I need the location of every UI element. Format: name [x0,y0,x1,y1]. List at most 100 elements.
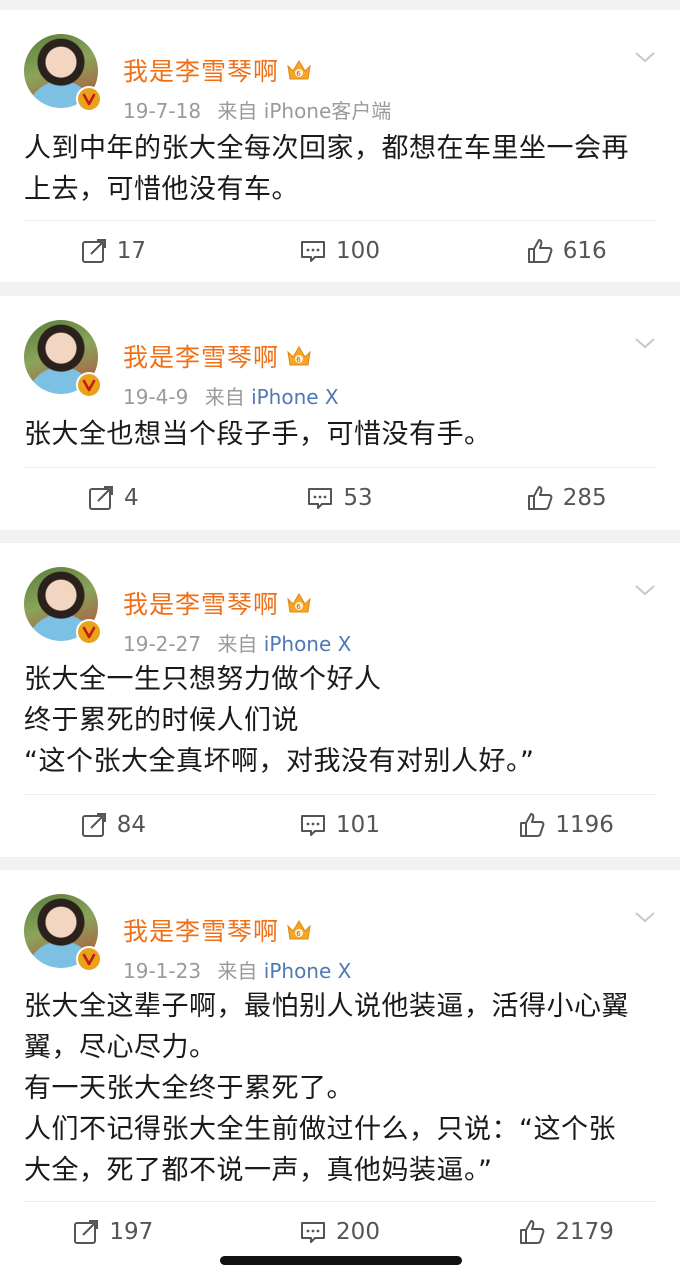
comment-count: 100 [336,238,380,264]
like-count: 285 [562,485,607,511]
post-source[interactable]: iPhone X [264,632,352,656]
weibo-feed: 我是李雪琴啊 6 19-7-18 来自 iPhone客户端 人到中年的张大全每次… [0,0,680,1280]
content-line: 人到中年的张大全每次回家，都想在车里坐一会再 [24,133,629,164]
like-count: 616 [562,238,607,264]
content-line: 翼，尽心尽力。 [24,1032,217,1063]
verified-badge-icon [76,946,102,972]
post-card: 我是李雪琴啊 6 19-1-23 来自 iPhone X 张大全这辈子啊，最怕别… [0,870,680,1280]
thumbs-up-icon [527,239,553,263]
comment-icon [301,815,326,836]
repost-icon [74,1220,99,1244]
repost-icon [89,486,114,510]
svg-text:6: 6 [296,70,301,78]
post-date: 19-4-9 [123,385,189,409]
author-name-text: 我是李雪琴啊 [123,343,280,372]
source-prefix: 来自 [204,385,245,409]
avatar[interactable] [24,320,102,398]
content-line: 张大全一生只想努力做个好人 [24,664,382,695]
author-name[interactable]: 我是李雪琴啊 6 [123,52,313,88]
vip-crown-icon: 6 [287,593,311,613]
chevron-down-icon[interactable] [634,583,656,597]
post-content: 张大全也想当个段子手，可惜没有手。 [24,414,656,455]
vip-crown-icon: 6 [287,920,311,940]
verified-badge-icon [76,619,102,645]
comment-count: 200 [336,1219,380,1245]
comment-button[interactable]: 100 [227,221,454,281]
source-prefix: 来自 [217,632,258,656]
svg-text:6: 6 [296,356,301,364]
content-line: 张大全也想当个段子手，可惜没有手。 [24,419,492,450]
repost-button[interactable]: 197 [0,1202,227,1262]
author-name[interactable]: 我是李雪琴啊 6 [123,912,313,948]
vip-crown-icon: 6 [287,346,311,366]
author-name[interactable]: 我是李雪琴啊 6 [123,338,313,374]
post-date: 19-1-23 [123,959,202,983]
content-line: 张大全这辈子啊，最怕别人说他装逼，活得小心翼 [24,991,629,1022]
verified-badge-icon [76,86,102,112]
post-content: 张大全一生只想努力做个好人 终于累死的时候人们说 “这个张大全真坏啊，对我没有对… [24,659,656,782]
like-button[interactable]: 1196 [453,795,680,855]
chevron-down-icon[interactable] [634,336,656,350]
avatar[interactable] [24,894,102,972]
post-card: 我是李雪琴啊 6 19-2-27 来自 iPhone X 张大全一生只想努力做个… [0,543,680,857]
post-card: 我是李雪琴啊 6 19-7-18 来自 iPhone客户端 人到中年的张大全每次… [0,10,680,282]
comment-button[interactable]: 53 [227,468,454,528]
home-indicator[interactable] [220,1256,462,1265]
post-source: iPhone客户端 [263,99,392,123]
chevron-down-icon[interactable] [634,910,656,924]
avatar[interactable] [24,567,102,645]
avatar[interactable] [24,34,102,112]
author-name[interactable]: 我是李雪琴啊 6 [123,585,313,621]
content-line: “这个张大全真坏啊，对我没有对别人好。” [24,746,535,777]
post-content: 人到中年的张大全每次回家，都想在车里坐一会再 上去，可惜他没有车。 [24,128,656,210]
post-source[interactable]: iPhone X [264,959,352,983]
comment-button[interactable]: 200 [227,1202,454,1262]
comment-button[interactable]: 101 [227,795,454,855]
content-line: 上去，可惜他没有车。 [24,174,299,205]
like-count: 2179 [555,1219,614,1245]
thumbs-up-icon [520,813,545,837]
post-card: 我是李雪琴啊 6 19-4-9 来自 iPhone X 张大全也想当个段子手，可… [0,296,680,530]
repost-icon [81,813,106,837]
content-line: 有一天张大全终于累死了。 [24,1073,354,1104]
action-bar: 197 200 2179 [0,1202,680,1262]
post-date: 19-7-18 [123,99,202,123]
comment-icon [301,1222,326,1243]
like-count: 1196 [555,812,614,838]
post-meta: 19-4-9 来自 iPhone X [123,381,339,410]
content-line: 终于累死的时候人们说 [24,705,299,736]
repost-count: 17 [116,238,146,264]
repost-count: 4 [124,485,139,511]
repost-count: 84 [116,812,146,838]
source-prefix: 来自 [217,99,258,123]
post-meta: 19-7-18 来自 iPhone客户端 [123,95,391,124]
repost-button[interactable]: 17 [0,221,227,281]
post-source[interactable]: iPhone X [251,385,339,409]
verified-badge-icon [76,372,102,398]
content-line: 人们不记得张大全生前做过什么，只说：“这个张 [24,1114,616,1145]
like-button[interactable]: 616 [453,221,680,281]
vip-crown-icon: 6 [287,60,311,80]
comment-count: 101 [336,812,380,838]
source-prefix: 来自 [217,959,258,983]
post-meta: 19-2-27 来自 iPhone X [123,628,351,657]
action-bar: 84 101 1196 [0,795,680,855]
repost-button[interactable]: 84 [0,795,227,855]
thumbs-up-icon [520,1220,545,1244]
content-line: 大全，死了都不说一声，真他妈装逼。” [24,1155,493,1186]
chevron-down-icon[interactable] [634,50,656,64]
like-button[interactable]: 285 [453,468,680,528]
repost-count: 197 [109,1219,154,1245]
svg-text:6: 6 [296,930,301,938]
action-bar: 17 100 616 [0,221,680,281]
repost-icon [81,239,106,263]
svg-text:6: 6 [296,603,301,611]
comment-icon [301,241,326,262]
post-meta: 19-1-23 来自 iPhone X [123,955,351,984]
repost-button[interactable]: 4 [0,468,227,528]
like-button[interactable]: 2179 [453,1202,680,1262]
author-name-text: 我是李雪琴啊 [123,57,280,86]
comment-count: 53 [343,485,373,511]
post-date: 19-2-27 [123,632,202,656]
post-content: 张大全这辈子啊，最怕别人说他装逼，活得小心翼 翼，尽心尽力。 有一天张大全终于累… [24,986,656,1191]
